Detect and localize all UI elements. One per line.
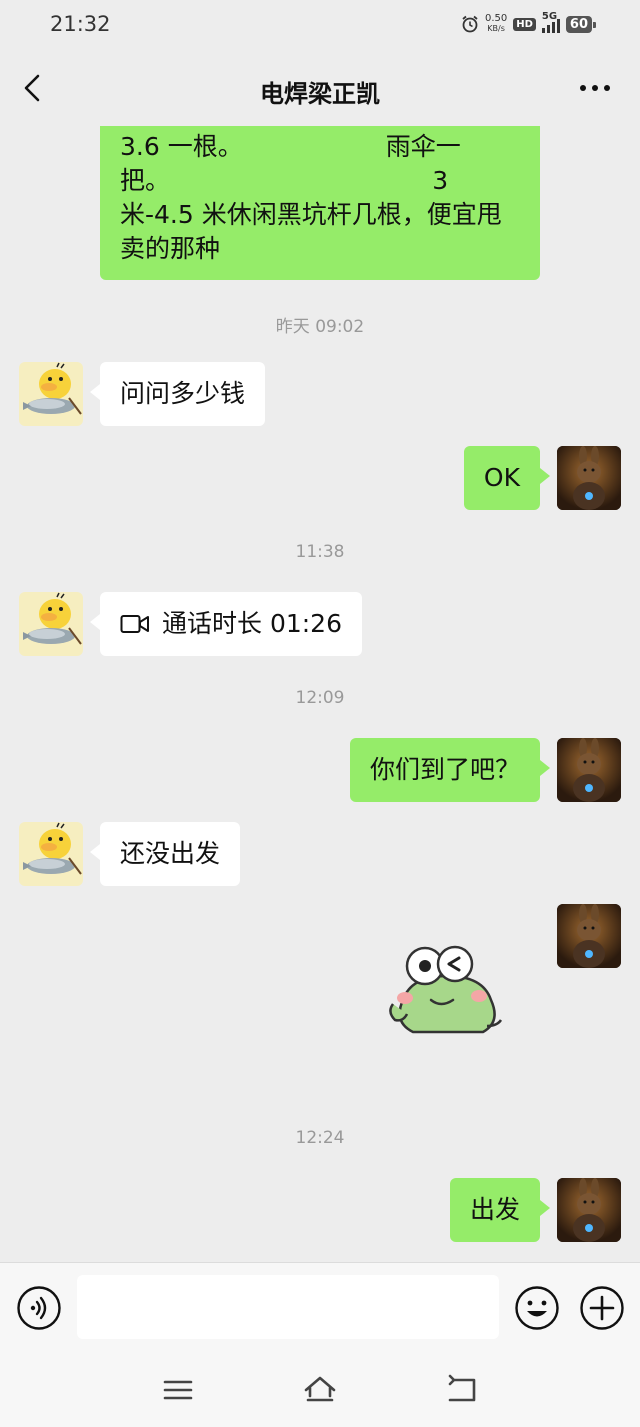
avatar-contact[interactable] — [19, 362, 83, 426]
duck-avatar-image — [19, 822, 83, 886]
message-list[interactable]: 3.6 一根。 雨伞一 把。 3 米-4.5 米休闲黑坑杆几根，便宜甩 卖的那种… — [0, 126, 640, 1261]
status-bar: 21:32 0.50 KB/s HD 5G 60 — [0, 0, 640, 52]
back-nav-icon[interactable] — [444, 1372, 480, 1408]
avatar-self[interactable] — [557, 1178, 621, 1242]
more-dots-icon[interactable] — [578, 76, 612, 100]
avatar-self[interactable] — [557, 904, 621, 968]
avatar-self[interactable] — [557, 446, 621, 510]
duck-avatar-image — [19, 592, 83, 656]
video-camera-icon — [120, 615, 149, 633]
avatar-contact[interactable] — [19, 592, 83, 656]
timestamp: 昨天 09:02 — [275, 317, 365, 337]
message-bubble-received[interactable]: 还没出发 — [89, 822, 241, 886]
duck-avatar-image — [19, 362, 83, 426]
hd-badge: HD — [513, 17, 536, 31]
voice-input-icon[interactable] — [16, 1285, 62, 1331]
rabbit-avatar-image — [557, 738, 621, 802]
rabbit-avatar-image — [557, 446, 621, 510]
emoji-icon[interactable] — [514, 1285, 560, 1331]
rabbit-avatar-image — [557, 1178, 621, 1242]
home-icon[interactable] — [302, 1372, 338, 1408]
input-bar — [0, 1262, 640, 1352]
battery-icon: 60 — [565, 15, 597, 33]
network-speed: 0.50 KB/s — [484, 13, 508, 34]
message-bubble-sent[interactable]: 3.6 一根。 雨伞一 把。 3 米-4.5 米休闲黑坑杆几根，便宜甩 卖的那种 — [100, 126, 540, 280]
plus-icon[interactable] — [579, 1285, 625, 1331]
alarm-icon — [462, 15, 478, 33]
message-bubble-sent[interactable]: OK — [463, 446, 551, 510]
message-bubble-sent[interactable]: 出发 — [449, 1178, 551, 1242]
chat-header: 电焊梁正凯 — [0, 52, 640, 126]
system-navigation-bar — [0, 1352, 640, 1427]
call-record-bubble[interactable]: 通话时长 01:26 — [90, 592, 362, 656]
rabbit-avatar-image — [557, 904, 621, 968]
chat-title: 电焊梁正凯 — [260, 80, 380, 108]
message-bubble-received[interactable]: 问问多少钱 — [89, 362, 266, 426]
timestamp: 12:24 — [295, 1128, 345, 1148]
message-bubble-sent[interactable]: 你们到了吧？ — [349, 738, 551, 802]
timestamp: 11:38 — [295, 542, 345, 562]
avatar-self[interactable] — [557, 738, 621, 802]
message-input[interactable] — [77, 1275, 499, 1339]
signal-icon: 5G — [541, 11, 560, 33]
network-type: 5G — [541, 11, 558, 22]
call-duration-text: 通话时长 01:26 — [162, 609, 342, 638]
menu-icon[interactable] — [160, 1372, 196, 1408]
timestamp: 12:09 — [295, 688, 345, 708]
avatar-contact[interactable] — [19, 822, 83, 886]
status-icons: 0.50 KB/s HD 5G 60 — [461, 11, 597, 34]
status-time: 21:32 — [50, 12, 111, 36]
frog-sticker[interactable] — [383, 942, 507, 1038]
